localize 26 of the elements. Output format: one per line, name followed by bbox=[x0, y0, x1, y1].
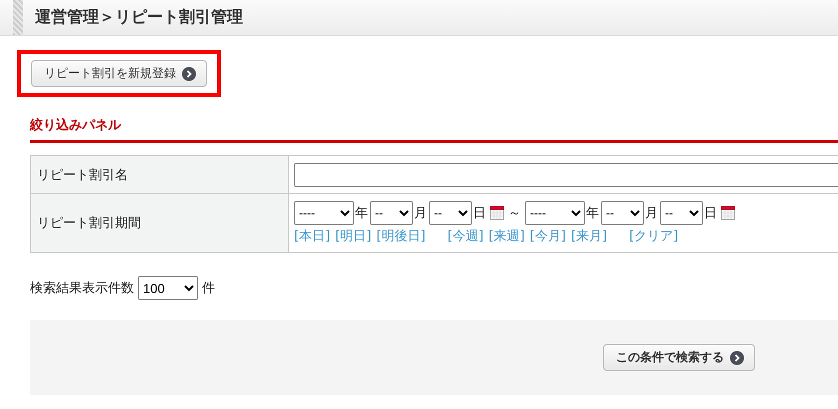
result-count-label: 検索結果表示件数 bbox=[30, 280, 134, 297]
date-select[interactable]: -- bbox=[429, 201, 472, 225]
calendar-icon[interactable] bbox=[490, 206, 504, 220]
date-unit: 月 bbox=[414, 205, 427, 222]
date-unit: 年 bbox=[586, 205, 599, 222]
panel-title: 絞り込みパネル bbox=[30, 116, 122, 134]
field-label: リピート割引期間 bbox=[30, 194, 288, 252]
date-unit: 日 bbox=[473, 205, 486, 222]
name-input-field[interactable] bbox=[294, 162, 838, 186]
result-count-select[interactable]: 100 bbox=[138, 276, 198, 300]
date-unit: 日 bbox=[704, 205, 717, 222]
calendar-icon[interactable] bbox=[721, 206, 735, 220]
date-select[interactable]: -- bbox=[601, 201, 644, 225]
range-separator: ～ bbox=[508, 205, 521, 222]
date-select[interactable]: -- bbox=[660, 201, 703, 225]
date-select[interactable]: ---- bbox=[294, 201, 354, 225]
field-label: リピート割引名 bbox=[30, 156, 288, 194]
date-select[interactable]: -- bbox=[370, 201, 413, 225]
date-select[interactable]: ---- bbox=[525, 201, 585, 225]
header-stripe bbox=[13, 0, 23, 35]
search-button[interactable]: この条件で検索する bbox=[603, 344, 755, 371]
date-unit: 年 bbox=[355, 205, 368, 222]
date-unit: 月 bbox=[645, 205, 658, 222]
result-count-unit: 件 bbox=[202, 280, 215, 297]
page-title: 運営管理＞リピート割引管理 bbox=[35, 7, 243, 28]
new-registration-button[interactable]: リピート割引を新規登録 bbox=[31, 60, 207, 87]
